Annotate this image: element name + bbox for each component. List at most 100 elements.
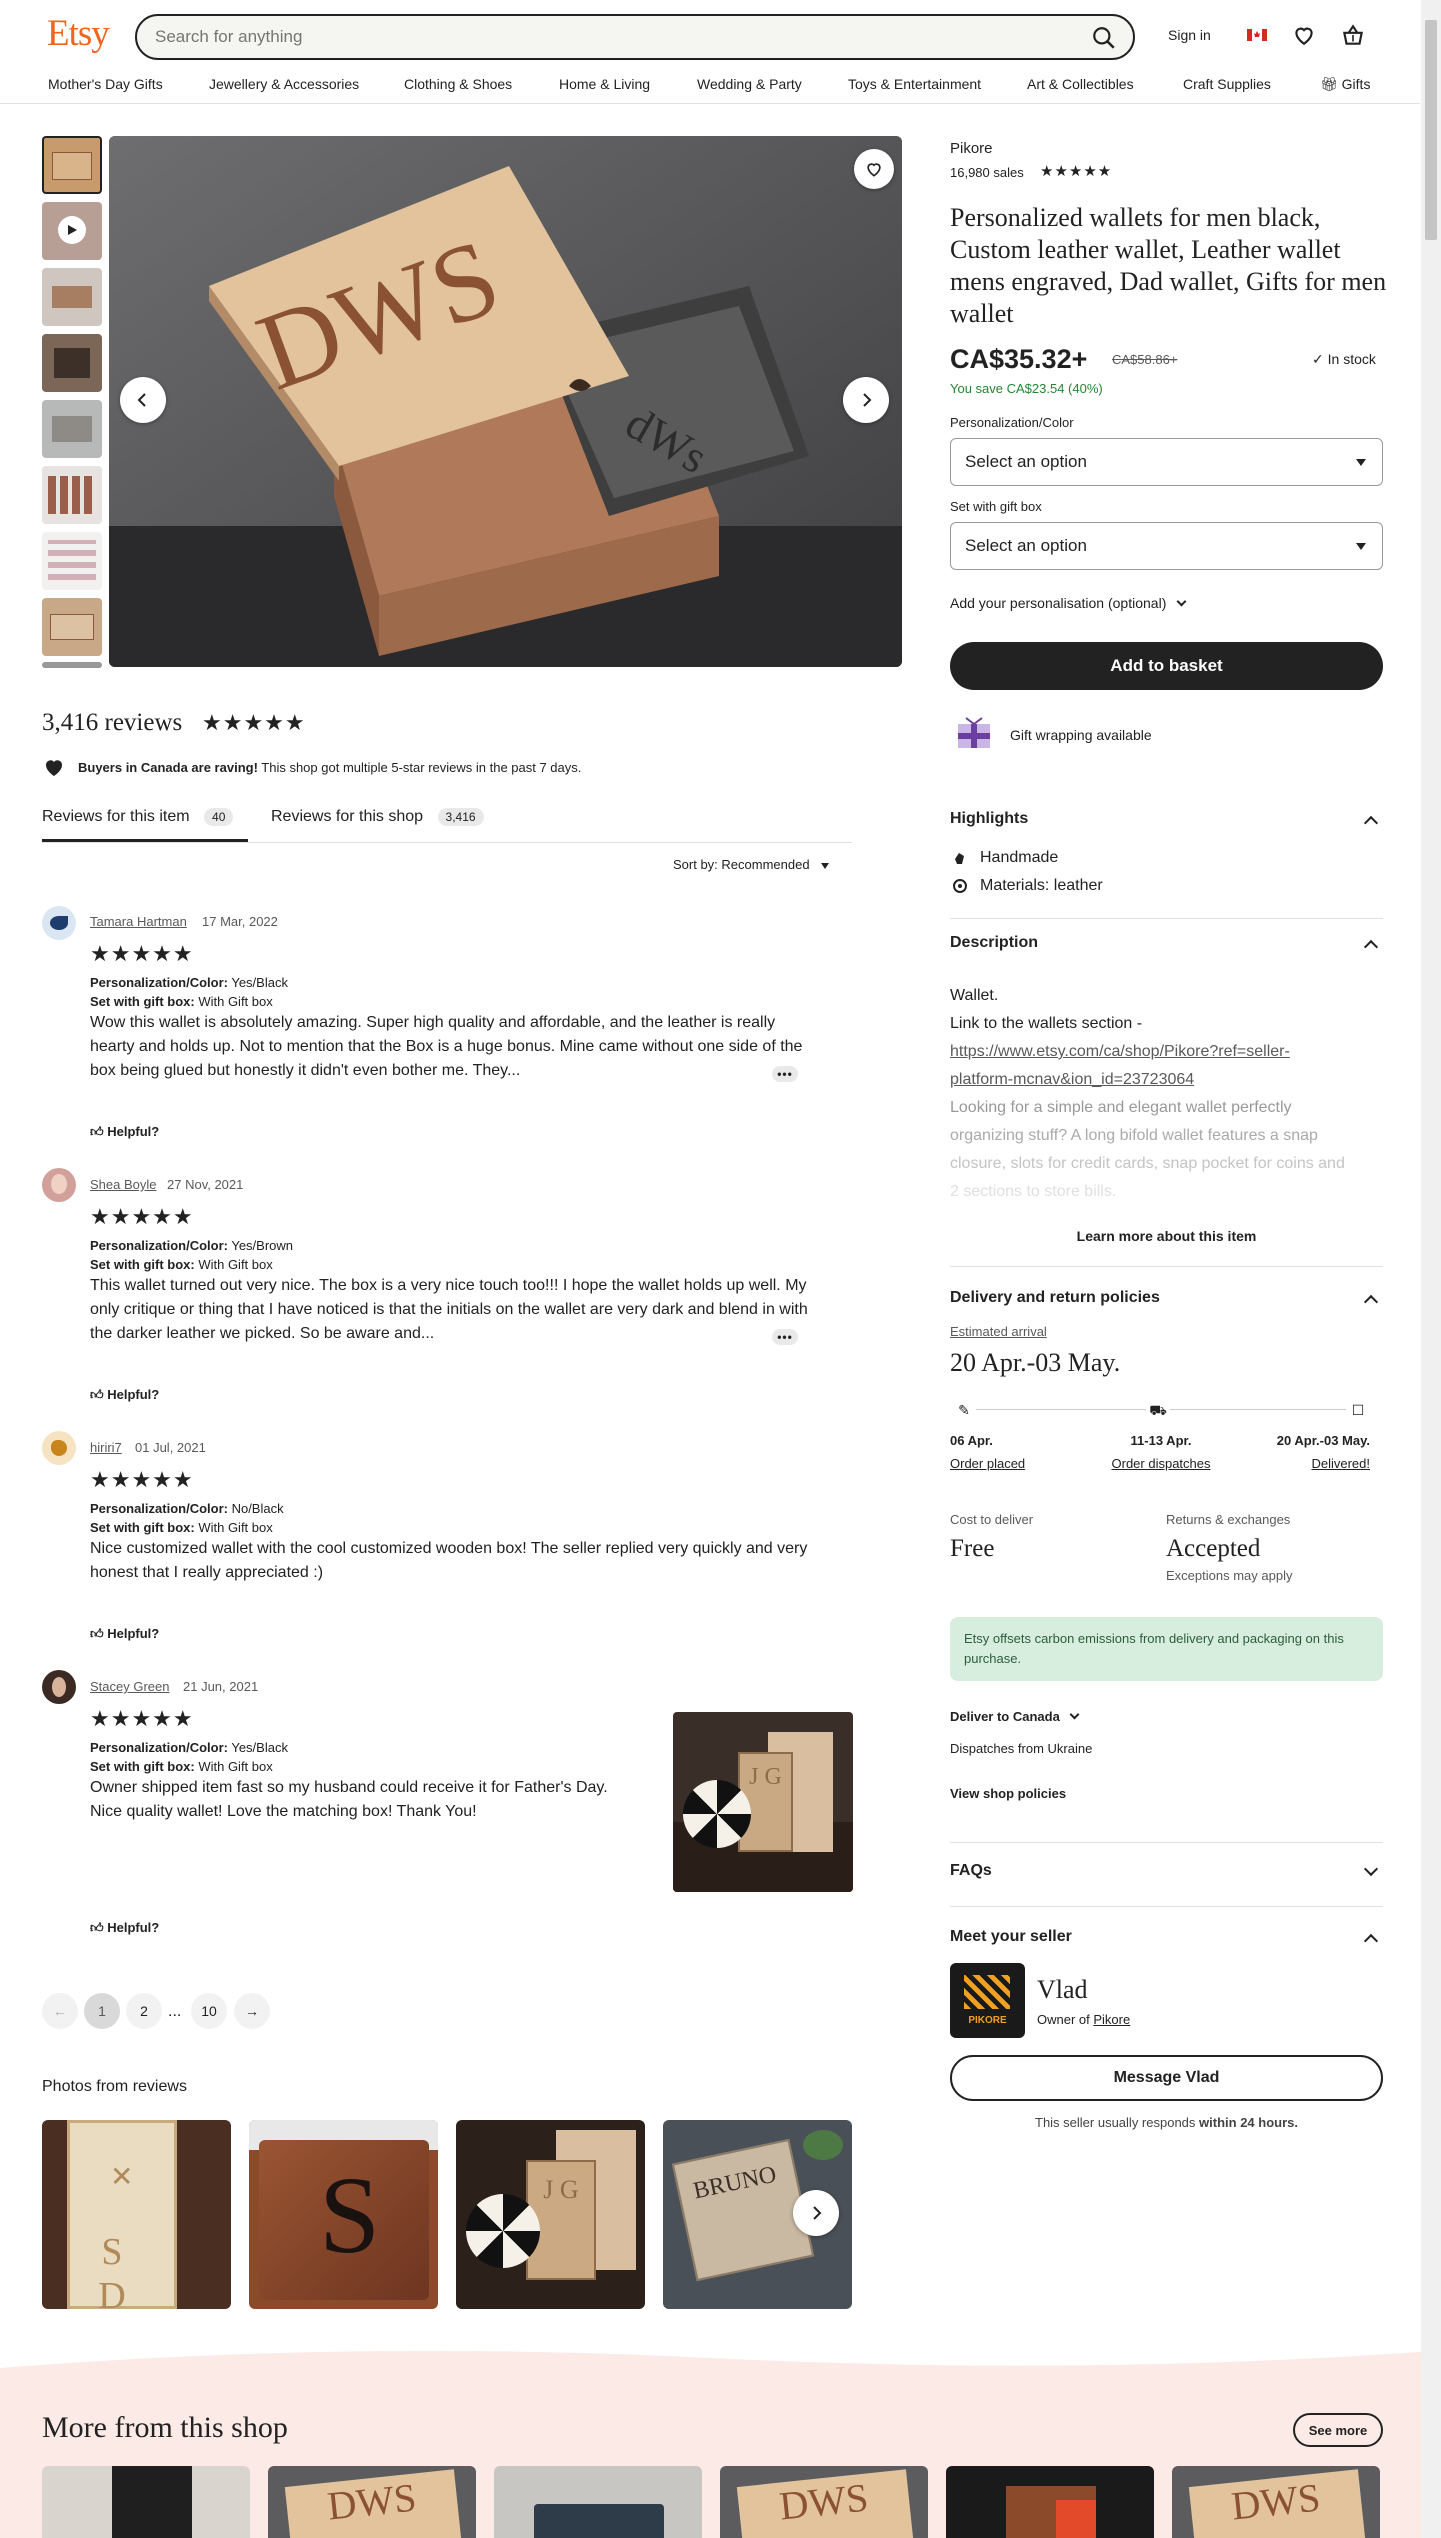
category-link[interactable]: Craft Supplies <box>1183 76 1271 92</box>
response-time: This seller usually responds within 24 h… <box>1035 2115 1298 2130</box>
thumbnail[interactable] <box>42 334 102 392</box>
shop-listing-tile[interactable]: DWS <box>720 2466 928 2538</box>
review-photo[interactable]: J G <box>673 1712 853 1892</box>
basket-icon[interactable] <box>1340 22 1366 48</box>
review-photo[interactable]: J G <box>456 2120 645 2309</box>
pagination-page[interactable]: 10 <box>191 1993 227 2029</box>
chevron-up-icon[interactable] <box>1363 1933 1379 1949</box>
pagination-page-current[interactable]: 1 <box>84 1993 120 2029</box>
description-link[interactable]: https://www.etsy.com/ca/shop/Pikore?ref=… <box>950 1038 1390 1066</box>
reviewer-name[interactable]: Shea Boyle <box>90 1177 157 1192</box>
caret-down-icon <box>821 863 830 869</box>
helpful-button[interactable]: 👍︎ Helpful? <box>90 1626 159 1642</box>
step-label[interactable]: Delivered! <box>1250 1456 1370 1471</box>
pagination-next-button[interactable]: → <box>234 1993 270 2029</box>
image-prev-button[interactable] <box>120 377 166 423</box>
tab-reviews-item[interactable]: Reviews for this item 40 <box>42 808 234 826</box>
description-link[interactable]: platform-mcnav&ion_id=23723064 <box>950 1066 1390 1094</box>
helpful-button[interactable]: 👍︎ Helpful? <box>90 1387 159 1403</box>
shop-listing-tile[interactable] <box>946 2466 1154 2538</box>
helpful-button[interactable]: 👍︎ Helpful? <box>90 1920 159 1936</box>
gift-icon: 🎁︎ <box>1320 76 1338 92</box>
seller-shop-link[interactable]: Pikore <box>1093 2012 1130 2027</box>
add-to-basket-button[interactable]: Add to basket <box>950 642 1383 690</box>
thumbnail[interactable] <box>42 662 102 668</box>
avatar[interactable] <box>42 906 76 940</box>
reviewer-name[interactable]: hiriri7 <box>90 1440 122 1455</box>
scrollbar-thumb[interactable] <box>1425 20 1437 240</box>
thumbnail[interactable] <box>42 268 102 326</box>
shop-name-link[interactable]: Pikore <box>950 140 993 157</box>
thumbnail[interactable] <box>42 400 102 458</box>
thumbnail[interactable] <box>42 136 102 194</box>
sort-dropdown[interactable]: Sort by: Recommended <box>673 857 830 872</box>
estimated-arrival-label[interactable]: Estimated arrival <box>950 1324 1047 1339</box>
search-input[interactable] <box>155 25 1055 49</box>
favorites-heart-icon[interactable] <box>1291 22 1317 48</box>
step-label[interactable]: Order placed <box>950 1456 1025 1471</box>
expand-review-button[interactable]: ••• <box>772 1066 798 1082</box>
highlights-title[interactable]: Highlights <box>950 810 1028 828</box>
shop-listing-tile[interactable] <box>42 2466 250 2538</box>
avatar[interactable] <box>42 1168 76 1202</box>
personalization-color-select[interactable]: Select an option <box>950 438 1383 486</box>
gift-box-select[interactable]: Select an option <box>950 522 1383 570</box>
helpful-button[interactable]: 👍︎ Helpful? <box>90 1124 159 1140</box>
chevron-down-icon[interactable] <box>1363 1861 1379 1877</box>
delivery-title[interactable]: Delivery and return policies <box>950 1289 1160 1307</box>
search-icon[interactable] <box>1091 25 1117 51</box>
thumbnail[interactable] <box>42 598 102 656</box>
avatar[interactable] <box>42 1431 76 1465</box>
search-bar[interactable] <box>135 14 1135 60</box>
review-date: 17 Mar, 2022 <box>202 914 278 929</box>
shop-listing-tile[interactable]: DWS <box>268 2466 476 2538</box>
thumbnail[interactable] <box>42 466 102 524</box>
deliver-to-dropdown[interactable]: Deliver to Canada <box>950 1709 1080 1724</box>
review-photo[interactable]: S <box>249 2120 438 2309</box>
category-link-gifts[interactable]: 🎁︎ Gifts <box>1320 76 1370 93</box>
product-main-image[interactable]: DWS dWs <box>109 136 902 667</box>
category-link[interactable]: Toys & Entertainment <box>848 76 981 92</box>
category-link[interactable]: Art & Collectibles <box>1027 76 1134 92</box>
category-link[interactable]: Home & Living <box>559 76 650 92</box>
learn-more-button[interactable]: Learn more about this item <box>950 1228 1383 1244</box>
category-link[interactable]: Clothing & Shoes <box>404 76 512 92</box>
expand-review-button[interactable]: ••• <box>772 1329 798 1345</box>
tab-reviews-shop[interactable]: Reviews for this shop 3,416 <box>271 808 484 826</box>
reviewer-name[interactable]: Stacey Green <box>90 1679 170 1694</box>
thumbnail-video[interactable] <box>42 202 102 260</box>
pagination-prev-button[interactable]: ← <box>42 1993 78 2029</box>
scrollbar-track[interactable] <box>1421 0 1441 2538</box>
etsy-logo[interactable]: Etsy <box>47 12 110 55</box>
photos-next-button[interactable] <box>793 2190 839 2236</box>
chevron-up-icon[interactable] <box>1363 939 1379 955</box>
category-link[interactable]: Wedding & Party <box>697 76 802 92</box>
step-label[interactable]: Order dispatches <box>1096 1456 1226 1471</box>
pagination-page[interactable]: 2 <box>126 1993 162 2029</box>
description-title[interactable]: Description <box>950 934 1038 952</box>
seller-logo[interactable]: PIKORE <box>950 1963 1025 2038</box>
avatar[interactable] <box>42 1670 76 1704</box>
sign-in-link[interactable]: Sign in <box>1168 27 1211 43</box>
shop-listing-tile[interactable]: DWS <box>1172 2466 1380 2538</box>
category-link[interactable]: Jewellery & Accessories <box>209 76 359 92</box>
review-photo[interactable]: S D ✕︎ <box>42 2120 231 2309</box>
canada-flag-icon[interactable] <box>1244 22 1270 48</box>
chevron-up-icon[interactable] <box>1363 815 1379 831</box>
category-link[interactable]: Mother's Day Gifts <box>48 76 163 92</box>
image-next-button[interactable] <box>843 377 889 423</box>
message-seller-button[interactable]: Message Vlad <box>950 2055 1383 2101</box>
add-personalisation-toggle[interactable]: Add your personalisation (optional) <box>950 595 1187 611</box>
favorite-button[interactable] <box>854 149 894 189</box>
meet-seller-title[interactable]: Meet your seller <box>950 1928 1072 1946</box>
reviewer-name[interactable]: Tamara Hartman <box>90 914 187 929</box>
faqs-title[interactable]: FAQs <box>950 1862 992 1880</box>
view-shop-policies-link[interactable]: View shop policies <box>950 1786 1066 1801</box>
heart-icon <box>867 163 881 177</box>
thumbnail[interactable] <box>42 532 102 590</box>
shop-listing-tile[interactable] <box>494 2466 702 2538</box>
see-more-button[interactable]: See more <box>1293 2413 1383 2447</box>
raving-banner: Buyers in Canada are raving! This shop g… <box>78 760 582 775</box>
chevron-up-icon[interactable] <box>1363 1294 1379 1310</box>
review-date: 21 Jun, 2021 <box>183 1679 259 1694</box>
